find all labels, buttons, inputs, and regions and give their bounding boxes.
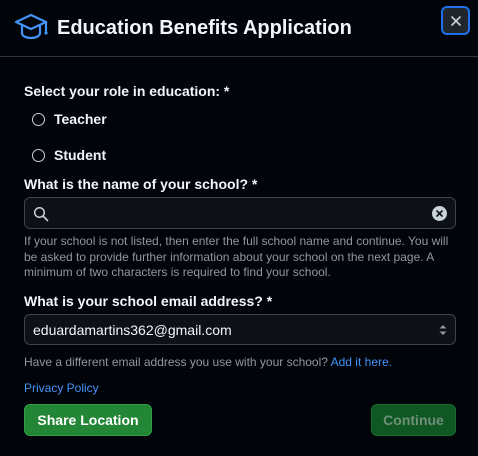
email-label: What is your school email address? * [24,293,273,309]
close-button[interactable] [441,6,470,35]
privacy-policy-link[interactable]: Privacy Policy [24,381,99,396]
email-help-text: Have a different email address you use w… [24,355,328,369]
graduation-cap-icon [14,13,48,40]
radio-teacher[interactable]: Teacher [32,109,107,129]
email-select[interactable]: eduardamartins362@gmail.com [24,314,456,345]
clear-search-button[interactable] [432,206,447,221]
radio-label-teacher: Teacher [54,111,107,127]
share-location-button[interactable]: Share Location [24,404,152,436]
school-help-text: If your school is not listed, then enter… [24,234,449,279]
radio-label-student: Student [54,147,107,163]
education-benefits-dialog: Education Benefits Application Select yo… [0,0,478,456]
search-icon [33,206,49,222]
school-label: What is the name of your school? * [24,176,258,192]
radio-student[interactable]: Student [32,145,106,165]
school-search-box[interactable] [24,197,456,230]
email-value: eduardamartins362@gmail.com [33,322,232,338]
clear-icon [436,210,443,217]
chevron-up-down-icon [439,325,447,335]
role-label: Select your role in education: * [24,83,230,99]
school-search-input[interactable] [55,198,425,230]
add-email-link[interactable]: Add it here. [331,355,392,369]
radio-button[interactable] [32,112,45,126]
radio-button[interactable] [32,148,45,162]
dialog-header: Education Benefits Application [0,0,478,57]
dialog-title: Education Benefits Application [57,17,352,39]
close-icon [450,15,461,26]
email-help: Have a different email address you use w… [24,355,458,371]
continue-button[interactable]: Continue [371,404,456,436]
